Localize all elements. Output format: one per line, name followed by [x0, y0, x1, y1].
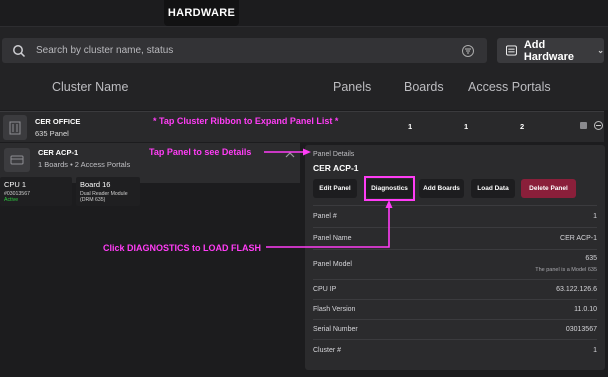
add-hardware-button[interactable]: Add Hardware ⌄ [497, 38, 604, 63]
detail-value: 1 [593, 213, 597, 220]
detail-note: The panel is a Model 635 [535, 267, 597, 273]
column-panels[interactable]: Panels [333, 80, 371, 94]
detail-value: 03013567 [565, 326, 597, 333]
column-cluster-name[interactable]: Cluster Name [52, 80, 128, 94]
filter-icon[interactable] [462, 44, 474, 57]
annotation-tap-panel: Tap Panel to see Details [149, 147, 252, 157]
board-title: CPU 1 [4, 180, 27, 189]
panel-subtitle: 1 Boards • 2 Access Portals [38, 160, 131, 169]
load-data-button[interactable]: Load Data [471, 179, 515, 198]
detail-value: 63.122.126.6 [556, 286, 597, 293]
detail-value: 11.0.10 [574, 306, 597, 313]
panel-details-title: CER ACP-1 [313, 163, 359, 173]
panel-icon [4, 148, 30, 172]
detail-key: Panel Model [313, 261, 352, 268]
collapse-icon[interactable] [594, 121, 603, 130]
column-access-portals[interactable]: Access Portals [468, 80, 551, 94]
detail-key: Serial Number [313, 326, 358, 333]
hardware-tab[interactable]: HARDWARE [164, 0, 239, 26]
detail-key: Flash Version [313, 306, 356, 313]
detail-row-panel-name: Panel Name CER ACP-1 [313, 227, 597, 249]
board-status: Active [4, 197, 19, 203]
cluster-menu-icon[interactable] [580, 122, 587, 129]
column-boards[interactable]: Boards [404, 80, 444, 94]
detail-key: Panel Name [313, 235, 352, 242]
chevron-up-icon[interactable] [285, 150, 295, 160]
annotation-tap-cluster: * Tap Cluster Ribbon to Expand Panel Lis… [153, 116, 339, 126]
detail-value: 1 [593, 347, 597, 354]
annotation-click-diagnostics: Click DIAGNOSTICS to LOAD FLASH [103, 243, 262, 253]
add-hardware-label: Add Hardware [523, 38, 574, 63]
search-icon [13, 44, 26, 57]
cluster-panels-count: 1 [408, 122, 413, 131]
cluster-name: CER OFFICE [35, 117, 81, 126]
detail-key: Panel # [313, 213, 337, 220]
cluster-icon [3, 115, 27, 140]
detail-row-cpu-ip: CPU IP 63.122.126.6 [313, 279, 597, 299]
chevron-down-icon: ⌄ [597, 46, 604, 55]
cluster-portals-count: 2 [520, 122, 525, 131]
detail-row-serial-number: Serial Number 03013567 [313, 319, 597, 339]
add-boards-button[interactable]: Add Boards [419, 179, 464, 198]
board-title: Board 16 [80, 180, 111, 189]
search-bar[interactable]: Search by cluster name, status [2, 38, 487, 63]
edit-panel-button[interactable]: Edit Panel [313, 179, 357, 198]
detail-row-flash-version: Flash Version 11.0.10 [313, 299, 597, 319]
panel-details-label: Panel Details [313, 151, 355, 158]
list-icon [506, 45, 517, 56]
detail-row-panel-number: Panel # 1 [313, 205, 597, 227]
board-model: (DRM 635) [80, 197, 106, 203]
detail-value: CER ACP-1 [560, 235, 597, 242]
detail-row-cluster-number: Cluster # 1 [313, 339, 597, 361]
cluster-boards-count: 1 [464, 122, 469, 131]
detail-row-panel-model: Panel Model 635 The panel is a Model 635 [313, 249, 597, 279]
detail-value: 635 [585, 255, 597, 262]
cluster-subtitle: 635 Panel [35, 129, 69, 138]
board-16[interactable]: Board 16 Dual Reader Module (DRM 635) [76, 177, 140, 206]
board-cpu[interactable]: CPU 1 #03013567 Active [0, 177, 72, 206]
panel-name: CER ACP-1 [38, 148, 79, 157]
detail-key: Cluster # [313, 347, 342, 354]
detail-key: CPU IP [313, 286, 337, 293]
delete-panel-button[interactable]: Delete Panel [521, 179, 576, 198]
diagnostics-highlight [364, 176, 415, 201]
search-input[interactable]: Search by cluster name, status [36, 45, 462, 56]
